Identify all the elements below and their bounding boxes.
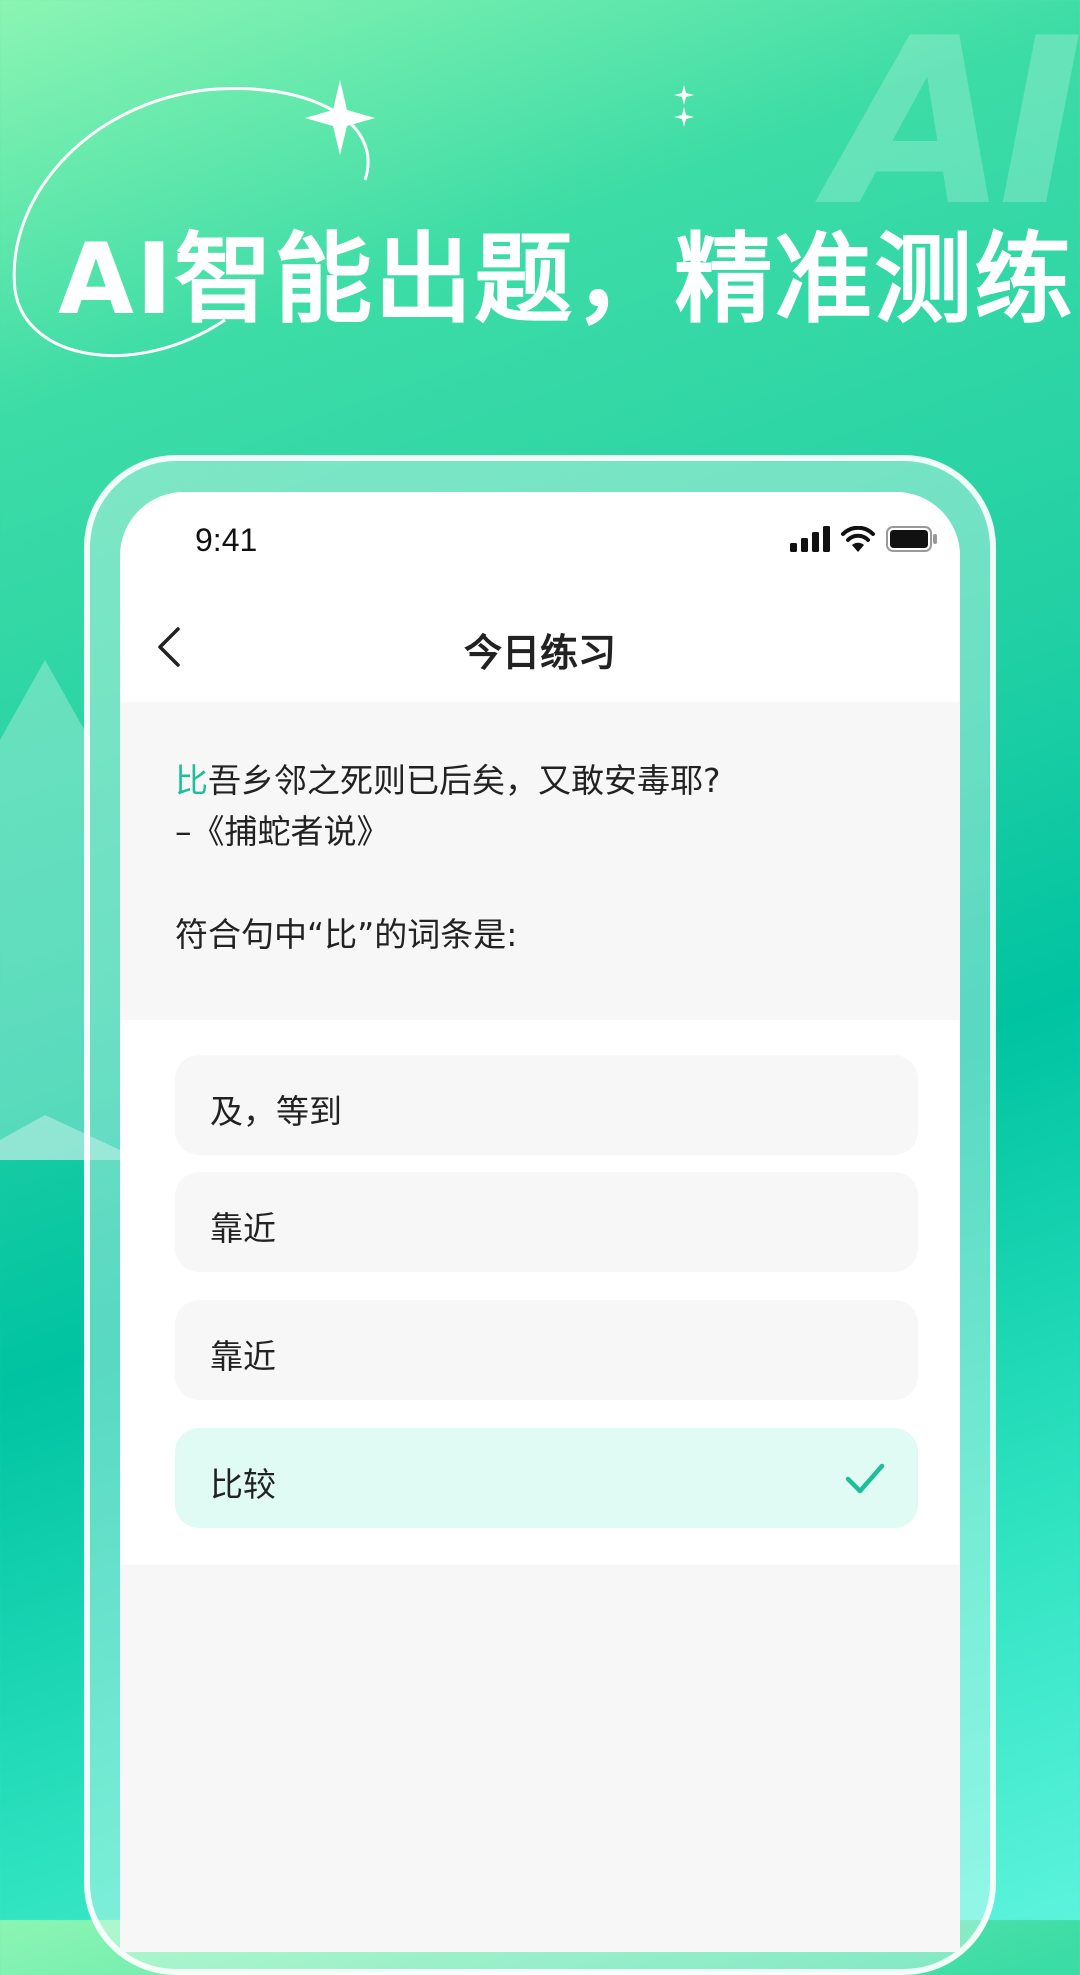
page-title: 今日练习 (463, 631, 616, 675)
battery-icon (886, 526, 937, 552)
option-label: 靠近 (210, 1337, 276, 1376)
option-2[interactable]: 靠近 (175, 1172, 918, 1272)
option-3[interactable]: 靠近 (175, 1300, 918, 1400)
status-icons (790, 526, 938, 552)
option-1[interactable]: 及，等到 (175, 1055, 918, 1155)
wifi-icon (841, 526, 875, 552)
option-4-selected[interactable]: 比较 (175, 1428, 918, 1528)
sentence-text: 吾乡邻之死则已后矣，又敢安毒耶? (208, 761, 721, 800)
question-prompt: 符合句中“比”的词条是: (175, 915, 518, 954)
question-sentence: 比吾乡邻之死则已后矣，又敢安毒耶? (175, 754, 721, 802)
sparkle-icon (674, 85, 694, 127)
status-time: 9:41 (195, 522, 258, 558)
question-source: –《捕蛇者说》 (175, 812, 390, 851)
answer-options: 及，等到 靠近 靠近 比较 (120, 1020, 960, 1565)
phone-screen: 9:41 今日练习 比吾乡邻之死则已后矣，又敢安毒耶? –《捕蛇者说》 符合句中… (120, 492, 960, 1952)
option-label: 靠近 (210, 1209, 276, 1248)
check-icon (845, 1463, 885, 1494)
headline: AI智能出题，精准测练 (58, 223, 1075, 337)
nav-bar: 今日练习 (120, 592, 960, 702)
signal-icon (790, 526, 830, 552)
question-card: 比吾乡邻之死则已后矣，又敢安毒耶? –《捕蛇者说》 符合句中“比”的词条是: (120, 702, 960, 1020)
option-label: 及，等到 (210, 1092, 342, 1131)
option-label: 比较 (210, 1465, 276, 1504)
highlighted-word: 比 (175, 761, 208, 800)
status-bar: 9:41 (120, 492, 960, 592)
